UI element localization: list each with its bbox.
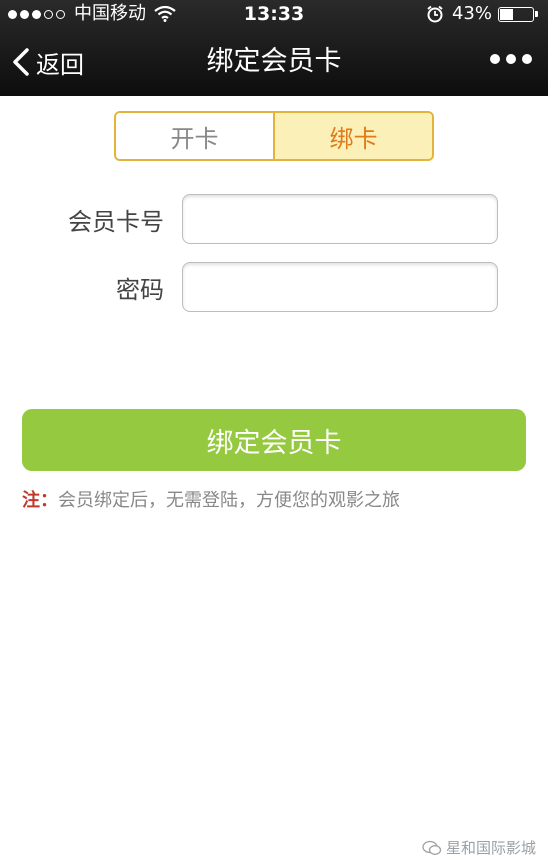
note-text: 会员绑定后，无需登陆，方便您的观影之旅 xyxy=(58,490,400,511)
bind-card-button[interactable]: 绑定会员卡 xyxy=(22,409,526,471)
card-number-label: 会员卡号 xyxy=(68,208,164,236)
watermark: 星和国际影城 xyxy=(422,837,536,858)
more-dot-icon xyxy=(506,54,516,64)
nav-bar: 返回 绑定会员卡 xyxy=(0,28,548,96)
battery-percent: 43% xyxy=(451,3,492,24)
password-input[interactable] xyxy=(182,262,498,312)
password-label: 密码 xyxy=(116,276,164,304)
more-button[interactable] xyxy=(484,54,532,64)
battery-level xyxy=(500,8,513,20)
note-prefix: 注： xyxy=(22,490,58,511)
page-title: 绑定会员卡 xyxy=(206,46,342,77)
tab-open-card[interactable]: 开卡 xyxy=(116,113,275,159)
more-dot-icon xyxy=(490,54,500,64)
card-number-input[interactable] xyxy=(182,194,498,244)
battery-icon xyxy=(498,6,534,22)
battery-tip xyxy=(535,11,538,17)
card-mode-tabs: 开卡 绑卡 xyxy=(114,111,434,161)
alarm-icon xyxy=(427,5,443,23)
wechat-logo-icon xyxy=(422,840,442,855)
top-bar: 中国移动 13:33 43% 返回 绑定会员卡 xyxy=(0,0,548,96)
more-dot-icon xyxy=(522,54,532,64)
watermark-text: 星和国际影城 xyxy=(445,839,536,857)
status-bar: 中国移动 13:33 43% xyxy=(0,0,548,28)
note: 注：会员绑定后，无需登陆，方便您的观影之旅 xyxy=(22,486,400,512)
tab-bind-card[interactable]: 绑卡 xyxy=(275,113,432,159)
